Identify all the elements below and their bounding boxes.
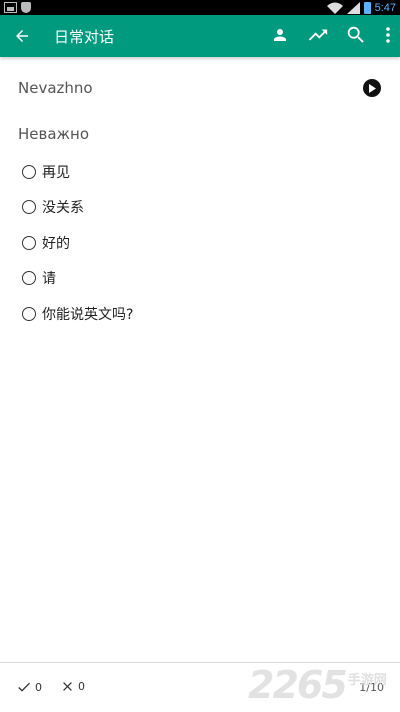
answer-option[interactable]: 好的	[22, 232, 322, 254]
play-audio-button[interactable]	[363, 79, 381, 97]
trending-up-icon	[308, 29, 328, 41]
play-icon	[369, 83, 376, 93]
transliteration-text: Nevazhno	[18, 79, 93, 97]
option-label: 没关系	[42, 200, 84, 216]
battery-icon	[363, 1, 371, 14]
app-bar: 日常对话	[0, 15, 400, 57]
answer-option[interactable]: 再见	[22, 161, 322, 183]
option-label: 再见	[42, 165, 70, 181]
radio-button[interactable]	[22, 236, 36, 250]
watermark-text: 手游网	[347, 672, 387, 688]
answer-option[interactable]: 你能说英文吗?	[22, 303, 322, 325]
option-label: 好的	[42, 236, 70, 252]
option-label: 你能说英文吗?	[42, 307, 134, 323]
wrong-count-value: 0	[78, 680, 85, 693]
option-label: 请	[42, 271, 56, 287]
status-bar: 5:47	[0, 0, 400, 15]
clock: 5:47	[374, 1, 396, 14]
page-title: 日常对话	[54, 28, 115, 46]
radio-button[interactable]	[22, 307, 36, 321]
question-word: Неважно	[18, 125, 90, 143]
arrow-back-icon	[16, 30, 28, 42]
answer-option[interactable]: 请	[22, 267, 322, 289]
correct-count: 0	[16, 679, 42, 695]
back-button[interactable]	[10, 24, 34, 48]
wrong-count: 0	[60, 679, 85, 694]
radio-button[interactable]	[22, 271, 36, 285]
radio-button[interactable]	[22, 200, 36, 214]
check-icon	[18, 682, 30, 692]
statistics-button[interactable]	[306, 22, 330, 48]
correct-count-value: 0	[35, 680, 42, 694]
more-options-button[interactable]	[382, 22, 394, 48]
shield-notification-icon	[21, 2, 31, 13]
radio-button[interactable]	[22, 165, 36, 179]
watermark-number: 2265	[248, 663, 348, 707]
wifi-icon	[326, 2, 343, 14]
signal-icon	[346, 1, 360, 14]
search-icon	[347, 26, 364, 43]
gallery-notification-icon	[4, 2, 17, 13]
more-vert-icon	[386, 27, 390, 43]
search-button[interactable]	[344, 22, 368, 48]
profile-button[interactable]	[268, 22, 292, 48]
close-icon	[63, 682, 72, 691]
watermark-logo: 2265 手游网	[248, 663, 400, 707]
person-icon	[274, 29, 286, 41]
answer-option[interactable]: 没关系	[22, 196, 322, 218]
